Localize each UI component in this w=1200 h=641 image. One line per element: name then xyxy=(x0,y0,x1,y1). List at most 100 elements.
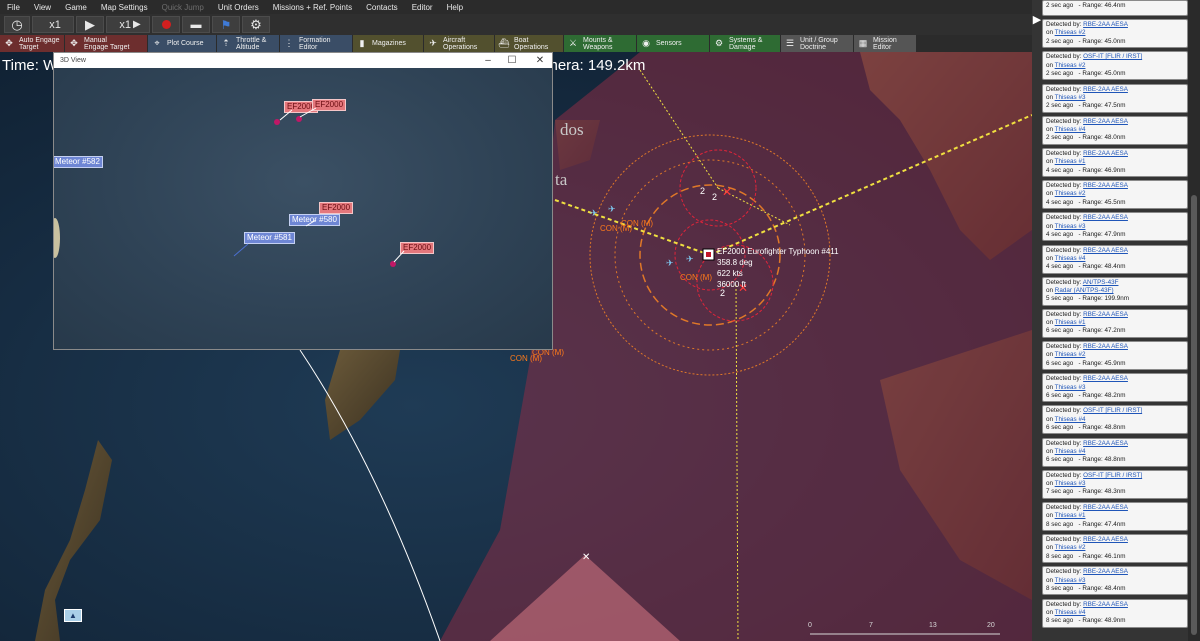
close-button[interactable]: ✕ xyxy=(525,53,552,68)
detection-card[interactable]: Detected by: RBE-2AA AESA on Thiseas #4 6 … xyxy=(1042,437,1188,467)
play-speed-button[interactable]: x1 ▶ xyxy=(106,16,150,33)
panel-scrollbar[interactable] xyxy=(1188,0,1200,641)
order-button-mounts-weapons[interactable]: ⚔ Mounts & Weapons xyxy=(564,35,636,52)
sensor-link[interactable]: RBE-2AA AESA xyxy=(1083,182,1128,189)
menu-item-missions-ref-points[interactable]: Missions + Ref. Points xyxy=(266,3,359,12)
platform-link[interactable]: Thiseas #4 xyxy=(1055,126,1086,133)
settings-button[interactable]: ⚙ xyxy=(242,16,270,33)
sensor-link[interactable]: RBE-2AA AESA xyxy=(1083,118,1128,125)
platform-link[interactable]: Thiseas #1 xyxy=(1055,512,1086,519)
friendly-aircraft-2[interactable]: ✈ xyxy=(608,204,616,214)
detection-card[interactable]: 2 sec ago - Range: 46.4nm xyxy=(1042,0,1188,16)
3d-view-window[interactable]: 3D View – ☐ ✕ EF2000 EF2000 EF2000 EF200… xyxy=(53,52,553,350)
sensor-link[interactable]: AN/TPS-43F xyxy=(1083,279,1119,286)
sensor-link[interactable]: OSF-IT [FLIR / IRST] xyxy=(1083,472,1142,479)
sensor-link[interactable]: RBE-2AA AESA xyxy=(1083,247,1128,254)
platform-link[interactable]: Thiseas #2 xyxy=(1055,351,1086,358)
order-button-mission-editor[interactable]: ▦ Mission Editor xyxy=(854,35,916,52)
order-button-plot-course[interactable]: ⌖ Plot Course xyxy=(148,35,216,52)
flag-button[interactable]: ⚑ xyxy=(212,16,240,33)
platform-link[interactable]: Thiseas #4 xyxy=(1055,255,1086,262)
platform-link[interactable]: Thiseas #4 xyxy=(1055,609,1086,616)
platform-link[interactable]: Thiseas #4 xyxy=(1055,416,1086,423)
menu-item-editor[interactable]: Editor xyxy=(405,3,440,12)
hangar-button[interactable]: ▬ xyxy=(182,16,210,33)
platform-link[interactable]: Thiseas #3 xyxy=(1055,577,1086,584)
detection-card[interactable]: Detected by: RBE-2AA AESA on Thiseas #3 2 … xyxy=(1042,83,1188,113)
platform-link[interactable]: Thiseas #2 xyxy=(1055,29,1086,36)
friendly-aircraft-1[interactable]: ✈ xyxy=(590,208,598,218)
sensor-link[interactable]: RBE-2AA AESA xyxy=(1083,343,1128,350)
order-button-manual-engage-target[interactable]: ✥ Manual Engage Target xyxy=(65,35,147,52)
detection-card[interactable]: Detected by: RBE-2AA AESA on Thiseas #2 4 … xyxy=(1042,180,1188,210)
detection-card[interactable]: Detected by: OSF-IT [FLIR / IRST] on This… xyxy=(1042,51,1188,81)
3d-view-scene[interactable]: EF2000 EF2000 EF2000 EF2000 Meteor #582 … xyxy=(54,68,552,349)
order-button-auto-engage-target[interactable]: ✥ Auto Engage Target xyxy=(0,35,64,52)
speed-button[interactable]: x1 xyxy=(32,16,74,33)
platform-link[interactable]: Thiseas #1 xyxy=(1055,158,1086,165)
friendly-aircraft-3[interactable]: ✈ xyxy=(666,258,674,268)
menu-item-unit-orders[interactable]: Unit Orders xyxy=(211,3,266,12)
detection-card[interactable]: Detected by: OSF-IT [FLIR / IRST] on This… xyxy=(1042,469,1188,499)
detection-card[interactable]: Detected by: RBE-2AA AESA on Thiseas #2 2 … xyxy=(1042,19,1188,49)
detection-card[interactable]: Detected by: RBE-2AA AESA on Thiseas #3 8 … xyxy=(1042,566,1188,596)
detection-card[interactable]: Detected by: RBE-2AA AESA on Thiseas #4 4 … xyxy=(1042,244,1188,274)
maximize-button[interactable]: ☐ xyxy=(497,53,527,68)
panel-scrollbar-thumb[interactable] xyxy=(1191,195,1197,635)
platform-link[interactable]: Thiseas #2 xyxy=(1055,190,1086,197)
order-button-sensors[interactable]: ◉ Sensors xyxy=(637,35,709,52)
detection-card[interactable]: Detected by: RBE-2AA AESA on Thiseas #2 6 … xyxy=(1042,341,1188,371)
sensor-link[interactable]: RBE-2AA AESA xyxy=(1083,504,1128,511)
platform-link[interactable]: Thiseas #3 xyxy=(1055,94,1086,101)
3d-view-titlebar[interactable]: 3D View – ☐ ✕ xyxy=(54,53,552,68)
menu-item-view[interactable]: View xyxy=(27,3,58,12)
order-button-systems-damage[interactable]: ⚙ Systems & Damage xyxy=(710,35,780,52)
platform-link[interactable]: Thiseas #3 xyxy=(1055,384,1086,391)
detection-card[interactable]: Detected by: RBE-2AA AESA on Thiseas #1 8 … xyxy=(1042,502,1188,531)
sensor-link[interactable]: RBE-2AA AESA xyxy=(1083,21,1128,28)
clock-button[interactable]: ◷ xyxy=(4,16,30,33)
sensor-link[interactable]: RBE-2AA AESA xyxy=(1083,440,1128,447)
sensor-link[interactable]: RBE-2AA AESA xyxy=(1083,536,1128,543)
detection-card[interactable]: Detected by: AN/TPS-43F on Radar (AN/TPS-… xyxy=(1042,276,1188,306)
order-button-throttle-altitude[interactable]: ⇡ Throttle & Altitude xyxy=(217,35,279,52)
menu-item-file[interactable]: File xyxy=(0,3,27,12)
hostile-contact-north[interactable]: ✕ xyxy=(722,185,732,199)
menu-item-help[interactable]: Help xyxy=(440,3,470,12)
detection-card[interactable]: Detected by: RBE-2AA AESA on Thiseas #2 8 … xyxy=(1042,534,1188,564)
platform-link[interactable]: Thiseas #3 xyxy=(1055,480,1086,487)
menu-item-quick-jump[interactable]: Quick Jump xyxy=(155,3,211,12)
order-button-aircraft-operations[interactable]: ✈ Aircraft Operations xyxy=(424,35,494,52)
sensor-link[interactable]: OSF-IT [FLIR / IRST] xyxy=(1083,407,1142,414)
sensor-link[interactable]: RBE-2AA AESA xyxy=(1083,150,1128,157)
play-button[interactable]: ▶ xyxy=(76,16,104,33)
platform-link[interactable]: Thiseas #1 xyxy=(1055,319,1086,326)
platform-link[interactable]: Radar (AN/TPS-43F) xyxy=(1055,287,1114,294)
detection-card[interactable]: Detected by: RBE-2AA AESA on Thiseas #4 2 … xyxy=(1042,115,1188,145)
order-button-magazines[interactable]: ▮ Magazines xyxy=(353,35,423,52)
panel-collapse-toggle[interactable]: ▶ xyxy=(1032,0,1042,40)
menu-item-map-settings[interactable]: Map Settings xyxy=(94,3,155,12)
detection-card[interactable]: Detected by: RBE-2AA AESA on Thiseas #1 6 … xyxy=(1042,308,1188,338)
record-button[interactable] xyxy=(152,16,180,33)
sensor-link[interactable]: RBE-2AA AESA xyxy=(1083,375,1128,382)
order-button-boat-operations[interactable]: ⛴ Boat Operations xyxy=(495,35,563,52)
platform-link[interactable]: Thiseas #2 xyxy=(1055,544,1086,551)
friendly-aircraft-4[interactable]: ✈ xyxy=(686,254,694,264)
platform-link[interactable]: Thiseas #2 xyxy=(1055,62,1086,69)
detection-card[interactable]: Detected by: RBE-2AA AESA on Thiseas #3 4 … xyxy=(1042,212,1188,242)
sensor-link[interactable]: RBE-2AA AESA xyxy=(1083,568,1128,575)
sensor-link[interactable]: OSF-IT [FLIR / IRST] xyxy=(1083,53,1142,60)
platform-link[interactable]: Thiseas #3 xyxy=(1055,223,1086,230)
sensor-link[interactable]: RBE-2AA AESA xyxy=(1083,311,1128,318)
menu-item-contacts[interactable]: Contacts xyxy=(359,3,405,12)
sensor-link[interactable]: RBE-2AA AESA xyxy=(1083,214,1128,221)
platform-link[interactable]: Thiseas #4 xyxy=(1055,448,1086,455)
order-button-unit-group-doctrine[interactable]: ☰ Unit / Group Doctrine xyxy=(781,35,853,52)
sensor-link[interactable]: RBE-2AA AESA xyxy=(1083,601,1128,608)
sensor-link[interactable]: RBE-2AA AESA xyxy=(1083,86,1128,93)
detection-card[interactable]: Detected by: RBE-2AA AESA on Thiseas #4 8 … xyxy=(1042,598,1188,628)
menu-item-game[interactable]: Game xyxy=(58,3,94,12)
waypoint-marker[interactable]: ✕ xyxy=(582,552,590,563)
map-nav-button[interactable]: ▲ xyxy=(64,609,82,622)
